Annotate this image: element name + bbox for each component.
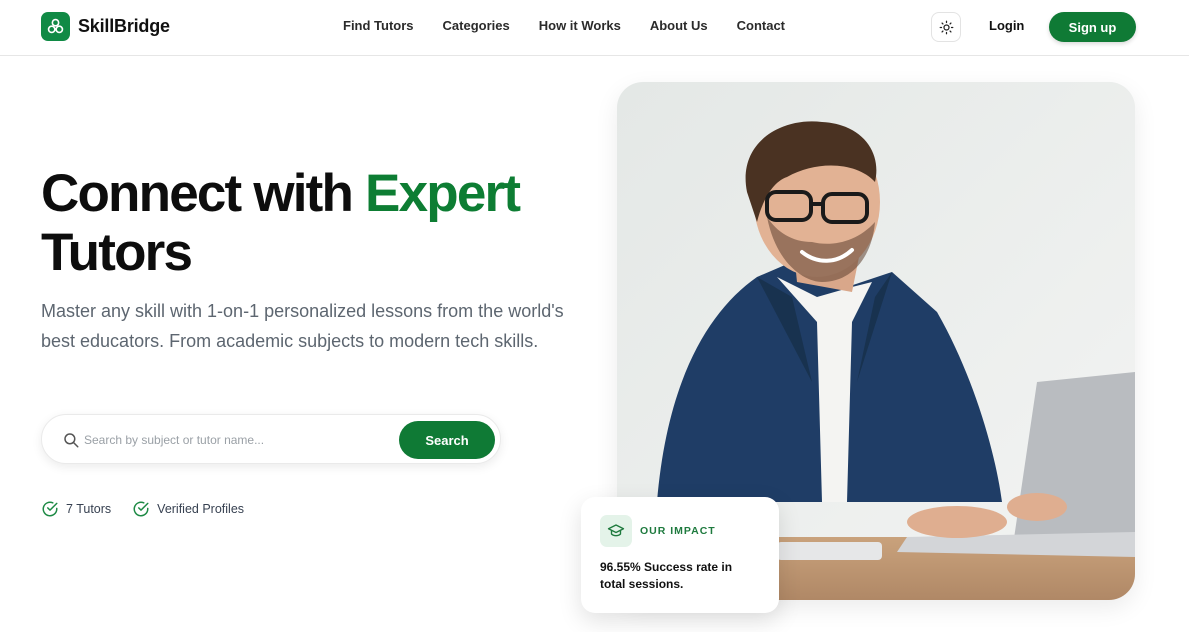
sun-icon — [939, 20, 953, 34]
hero-title: Connect with Expert Tutors — [41, 164, 521, 282]
check-circle-icon — [42, 501, 58, 517]
badge-tutors-label: 7 Tutors — [66, 502, 112, 516]
graduation-cap-icon — [600, 515, 632, 547]
search-icon — [64, 433, 79, 448]
nav-how-it-works[interactable]: How it Works — [539, 18, 621, 33]
search-input[interactable] — [84, 428, 384, 452]
impact-label: OUR IMPACT — [640, 525, 716, 537]
hero-title-accent: Expert — [365, 164, 521, 223]
impact-text: 96.55% Success rate in total sessions. — [600, 560, 733, 591]
badge-verified: Verified Profiles — [132, 500, 244, 518]
badge-tutors: 7 Tutors — [41, 500, 111, 518]
main-nav: Find Tutors Categories How it Works Abou… — [343, 18, 785, 33]
search-button[interactable]: Search — [399, 421, 495, 459]
search-bar: Search — [41, 414, 501, 464]
logo[interactable]: SkillBridge — [41, 12, 170, 41]
badge-verified-label: Verified Profiles — [157, 502, 245, 516]
nav-find-tutors[interactable]: Find Tutors — [343, 18, 414, 33]
signup-button[interactable]: Sign up — [1049, 12, 1136, 42]
login-link[interactable]: Login — [989, 18, 1024, 33]
nav-categories[interactable]: Categories — [443, 18, 510, 33]
nav-about-us[interactable]: About Us — [650, 18, 708, 33]
hero-badges: 7 Tutors Verified Profiles — [41, 500, 244, 518]
hero-title-part2: Tutors — [41, 223, 193, 282]
theme-toggle-button[interactable] — [931, 12, 961, 42]
site-header: SkillBridge Find Tutors Categories How i… — [0, 0, 1189, 56]
nav-contact[interactable]: Contact — [737, 18, 785, 33]
impact-card: OUR IMPACT 96.55% Success rate in total … — [581, 497, 779, 613]
hero-title-part1: Connect with — [41, 164, 366, 223]
check-circle-icon — [133, 501, 149, 517]
brand-name: SkillBridge — [78, 16, 170, 36]
hero-subtitle: Master any skill with 1-on-1 personalize… — [41, 301, 564, 351]
logo-icon — [41, 12, 70, 41]
